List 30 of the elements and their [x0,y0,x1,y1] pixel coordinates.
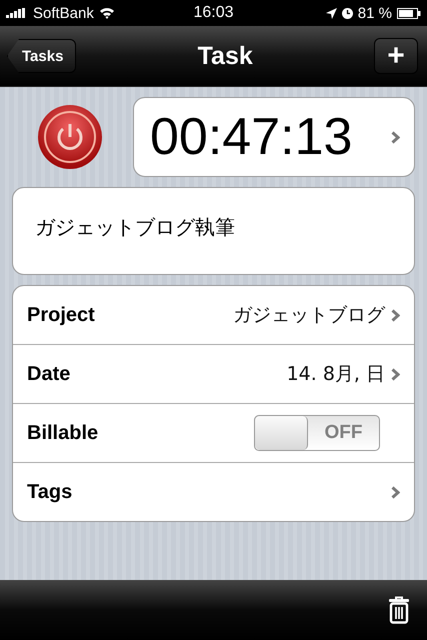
battery-percent: 81 % [358,4,392,22]
timer-display[interactable]: 00:47:13 [133,97,415,177]
chevron-icon [391,368,400,380]
chevron-icon [391,486,400,498]
signal-icon [6,8,28,18]
row-value: 14. 8月, 日 [286,362,385,387]
add-button[interactable]: + [374,38,418,74]
settings-row[interactable]: Billable OFF [13,403,414,462]
row-label: Tags [27,480,74,504]
carrier-name: SoftBank [33,4,94,22]
settings-row[interactable]: Date 14. 8月, 日 [13,344,414,403]
settings-row[interactable]: Tags [13,462,414,521]
wifi-icon [98,7,115,19]
row-label: Billable [27,422,100,444]
chevron-icon [391,130,400,144]
chevron-icon [391,308,400,322]
task-name-field[interactable]: ガジェットブログ執筆 [12,187,415,275]
location-arrow-icon [326,8,337,18]
power-button[interactable] [37,104,103,170]
battery-icon [397,8,421,18]
row-value: ガジェットブログ [233,303,385,328]
status-time: 16:03 [193,4,234,22]
trash-icon[interactable] [388,596,410,624]
row-label: Date [27,362,72,386]
nav-title: Task [198,42,253,70]
row-label: Project [27,304,96,326]
back-button[interactable]: Tasks [7,39,76,73]
settings-row[interactable]: Project ガジェットブログ [13,286,414,344]
clock-icon [342,8,353,18]
elapsed-time: 00:47:13 [150,107,352,167]
